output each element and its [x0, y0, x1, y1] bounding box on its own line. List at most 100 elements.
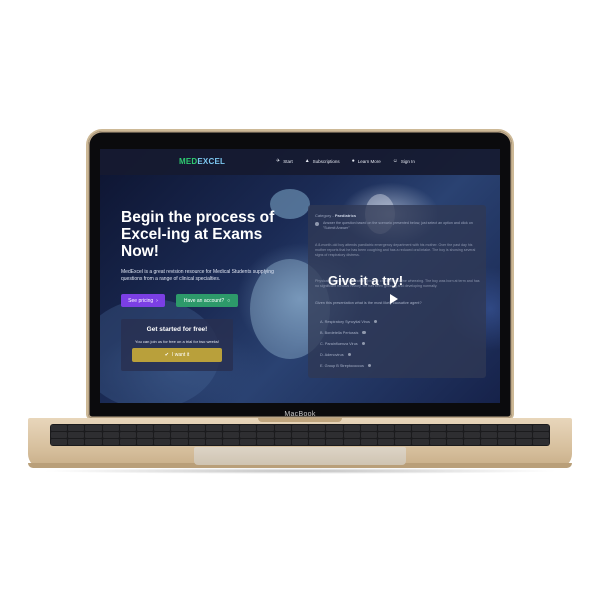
keyboard-key: [463, 439, 481, 445]
keyboard-key: [429, 425, 446, 431]
keyboard-key: [154, 425, 171, 431]
play-icon[interactable]: [390, 294, 398, 304]
keyboard-key: [291, 425, 309, 431]
keyboard-key: [137, 432, 154, 438]
radio-icon: [362, 330, 366, 335]
keyboard-key: [481, 439, 498, 445]
keyboard-key: [343, 439, 360, 445]
keyboard-key: [102, 439, 119, 445]
user-icon: ☺: [392, 158, 398, 164]
instruction-text: Answer the question based on the scenari…: [323, 221, 473, 230]
nav-item-learn-more[interactable]: ● Learn More: [352, 158, 381, 164]
nav-label-subscriptions: Subscriptions: [312, 158, 340, 164]
keyboard-key: [515, 432, 532, 438]
keyboard-key: [223, 425, 240, 431]
scenario-paragraph-1: A 8-month-old boy attends paediatric eme…: [315, 243, 476, 257]
keyboard-key: [240, 432, 257, 438]
nav-label-learn-more: Learn More: [357, 158, 381, 164]
keyboard-key: [395, 425, 412, 431]
device-brand-label: MacBook: [284, 411, 316, 418]
have-account-button[interactable]: Have an account? ○: [176, 294, 238, 307]
keyboard-key: [102, 425, 119, 431]
keyboard-key: [119, 425, 137, 431]
keyboard-key: [51, 432, 68, 438]
answer-option[interactable]: C. Parainfluenza Virus: [320, 338, 377, 349]
rocket-icon: ✈: [276, 158, 281, 164]
keyboard-key: [51, 439, 68, 445]
keyboard-key: [257, 439, 274, 445]
keyboard-key: [412, 432, 429, 438]
answer-option-label: A. Respiratory Syncytial Virus: [320, 319, 370, 324]
answer-option-label: B. Bordetella Pertussis: [320, 330, 359, 335]
thumbs-up-icon: ✔: [164, 352, 169, 358]
answer-option[interactable]: D. Adenovirus: [320, 349, 377, 360]
keyboard-key: [137, 425, 154, 431]
nav-item-sign-in[interactable]: ☺ Sign In: [393, 158, 415, 164]
graduation-cap-icon: ▲: [304, 158, 310, 164]
question-instruction: Answer the question based on the scenari…: [315, 221, 475, 231]
keyboard-key: [68, 432, 85, 438]
keyboard-key: [326, 439, 343, 445]
nav-item-subscriptions[interactable]: ▲ Subscriptions: [305, 158, 340, 164]
nav-links: ✈ Start ▲ Subscriptions ● Learn More ☺ S…: [276, 158, 415, 164]
keyboard-key: [429, 432, 446, 438]
signup-card-subtitle: You can join us for free on a trial for …: [135, 339, 219, 344]
medexcel-logo[interactable]: MEDEXCEL: [179, 157, 225, 166]
keyboard-key: [309, 439, 326, 445]
keyboard-key: [154, 432, 171, 438]
keyboard-key: [360, 439, 377, 445]
i-want-it-label: I want it: [171, 352, 190, 358]
keyboard: [50, 424, 550, 446]
have-account-label: Have an account?: [183, 297, 225, 304]
hero-title: Begin the process of Excel-ing at Exams …: [121, 209, 275, 260]
keyboard-key: [119, 432, 137, 438]
keyboard-key: [532, 425, 549, 431]
signup-card-title: Get started for free!: [146, 326, 208, 333]
nav-item-start[interactable]: ✈ Start: [276, 158, 293, 164]
laptop-hinge: [258, 418, 342, 422]
answer-option[interactable]: B. Bordetella Pertussis: [320, 327, 377, 338]
keyboard-key: [395, 439, 412, 445]
keyboard-key: [481, 425, 498, 431]
info-icon: [315, 222, 319, 226]
keyboard-key: [498, 432, 515, 438]
keyboard-key: [498, 439, 515, 445]
see-pricing-label: See pricing: [128, 297, 154, 304]
answer-option-label: E. Group B Streptococcus: [320, 363, 364, 368]
keyboard-key: [343, 425, 360, 431]
keyboard-key: [498, 425, 515, 431]
radio-icon: [361, 341, 366, 346]
keyboard-key: [395, 432, 412, 438]
logo-text-med: MED: [179, 157, 198, 166]
keyboard-key: [291, 432, 309, 438]
give-it-a-try-overlay[interactable]: Give it a try!: [328, 273, 403, 288]
keyboard-key: [515, 425, 532, 431]
signup-card: Get started for free! You can join us fo…: [121, 319, 233, 371]
keyboard-key: [205, 425, 223, 431]
keyboard-key: [326, 432, 343, 438]
see-pricing-button[interactable]: See pricing ›: [121, 294, 165, 307]
keyboard-key: [119, 439, 137, 445]
keyboard-key: [446, 432, 463, 438]
keyboard-key: [360, 432, 377, 438]
keyboard-key: [85, 425, 102, 431]
question-category: Category - Paediatrics: [315, 213, 356, 218]
i-want-it-button[interactable]: ✔ I want it: [132, 348, 222, 362]
keyboard-key: [68, 425, 85, 431]
keyboard-key: [68, 439, 85, 445]
keyboard-key: [85, 439, 102, 445]
trackpad: [194, 447, 406, 465]
keyboard-key: [51, 425, 68, 431]
sample-question-panel[interactable]: Category - Paediatrics Answer the questi…: [308, 205, 486, 378]
keyboard-key: [309, 425, 326, 431]
nav-label-start: Start: [283, 158, 293, 164]
keyboard-key: [188, 425, 205, 431]
keyboard-key: [532, 439, 549, 445]
answer-option[interactable]: A. Respiratory Syncytial Virus: [320, 316, 378, 327]
keyboard-key: [377, 439, 395, 445]
hero-description: MedExcel is a great revision resource fo…: [121, 269, 274, 282]
radio-icon: [367, 363, 372, 368]
keyboard-key: [446, 439, 463, 445]
answer-option[interactable]: E. Group B Streptococcus: [320, 360, 377, 371]
keyboard-key: [412, 439, 429, 445]
